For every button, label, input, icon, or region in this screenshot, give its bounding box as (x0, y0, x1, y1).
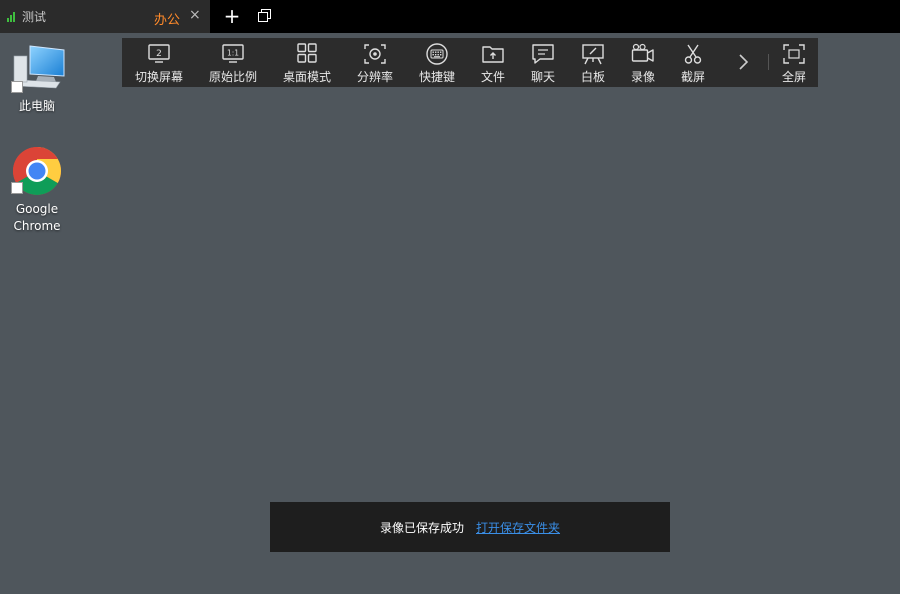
switch-screen-button[interactable]: 2 切换屏幕 (132, 38, 186, 87)
desktop-icon-google-chrome[interactable]: Google Chrome (2, 146, 72, 235)
grid-icon (297, 43, 317, 63)
fullscreen-icon (783, 44, 805, 64)
whiteboard-button[interactable]: 白板 (578, 38, 608, 87)
ratio-1-1-icon: 1:1 (222, 44, 244, 63)
tab-bar: 测试 办公 × + (0, 0, 900, 33)
toolbar-divider (768, 54, 769, 70)
new-tab-button[interactable]: + (222, 3, 242, 29)
tab-ceshi-label: 测试 (22, 10, 47, 24)
signal-icon (7, 11, 19, 22)
remote-toolbar: 2 切换屏幕 1:1 原始比例 桌面模式 分辨率 快捷键 文件 聊天 白板 录像… (122, 38, 818, 87)
toast-message: 录像已保存成功 (379, 520, 464, 535)
screenshot-button[interactable]: 截屏 (678, 38, 708, 87)
chat-icon (532, 44, 554, 64)
shortcut-arrow-icon (11, 182, 23, 194)
original-ratio-button[interactable]: 1:1 原始比例 (206, 38, 260, 87)
shortcut-keys-button[interactable]: 快捷键 (416, 38, 458, 87)
file-button[interactable]: 文件 (478, 38, 508, 87)
fullscreen-button[interactable]: 全屏 (779, 38, 809, 87)
scissors-icon (684, 44, 702, 64)
desktop-mode-button[interactable]: 桌面模式 (280, 38, 334, 87)
svg-text:2: 2 (156, 49, 162, 59)
tab-bangong-label: 办公 (154, 13, 181, 28)
open-folder-link[interactable]: 打开保存文件夹 (476, 519, 560, 536)
keyboard-icon (426, 43, 448, 65)
record-button[interactable]: 录像 (628, 38, 658, 87)
tab-close-button[interactable]: × (189, 7, 201, 23)
desktop-icon-this-pc[interactable]: 此电脑 (2, 44, 72, 115)
resolution-icon (364, 44, 386, 64)
recording-saved-toast: 录像已保存成功 打开保存文件夹 (270, 502, 670, 552)
shortcut-arrow-icon (11, 81, 23, 93)
resolution-button[interactable]: 分辨率 (354, 38, 396, 87)
folder-upload-icon (482, 46, 504, 63)
whiteboard-icon (582, 44, 604, 65)
chat-button[interactable]: 聊天 (528, 38, 558, 87)
chevron-right-icon[interactable] (734, 48, 754, 76)
video-camera-icon (631, 43, 654, 62)
monitor-2-icon: 2 (148, 44, 170, 63)
restore-window-icon[interactable] (258, 9, 272, 23)
svg-text:1:1: 1:1 (227, 49, 239, 58)
